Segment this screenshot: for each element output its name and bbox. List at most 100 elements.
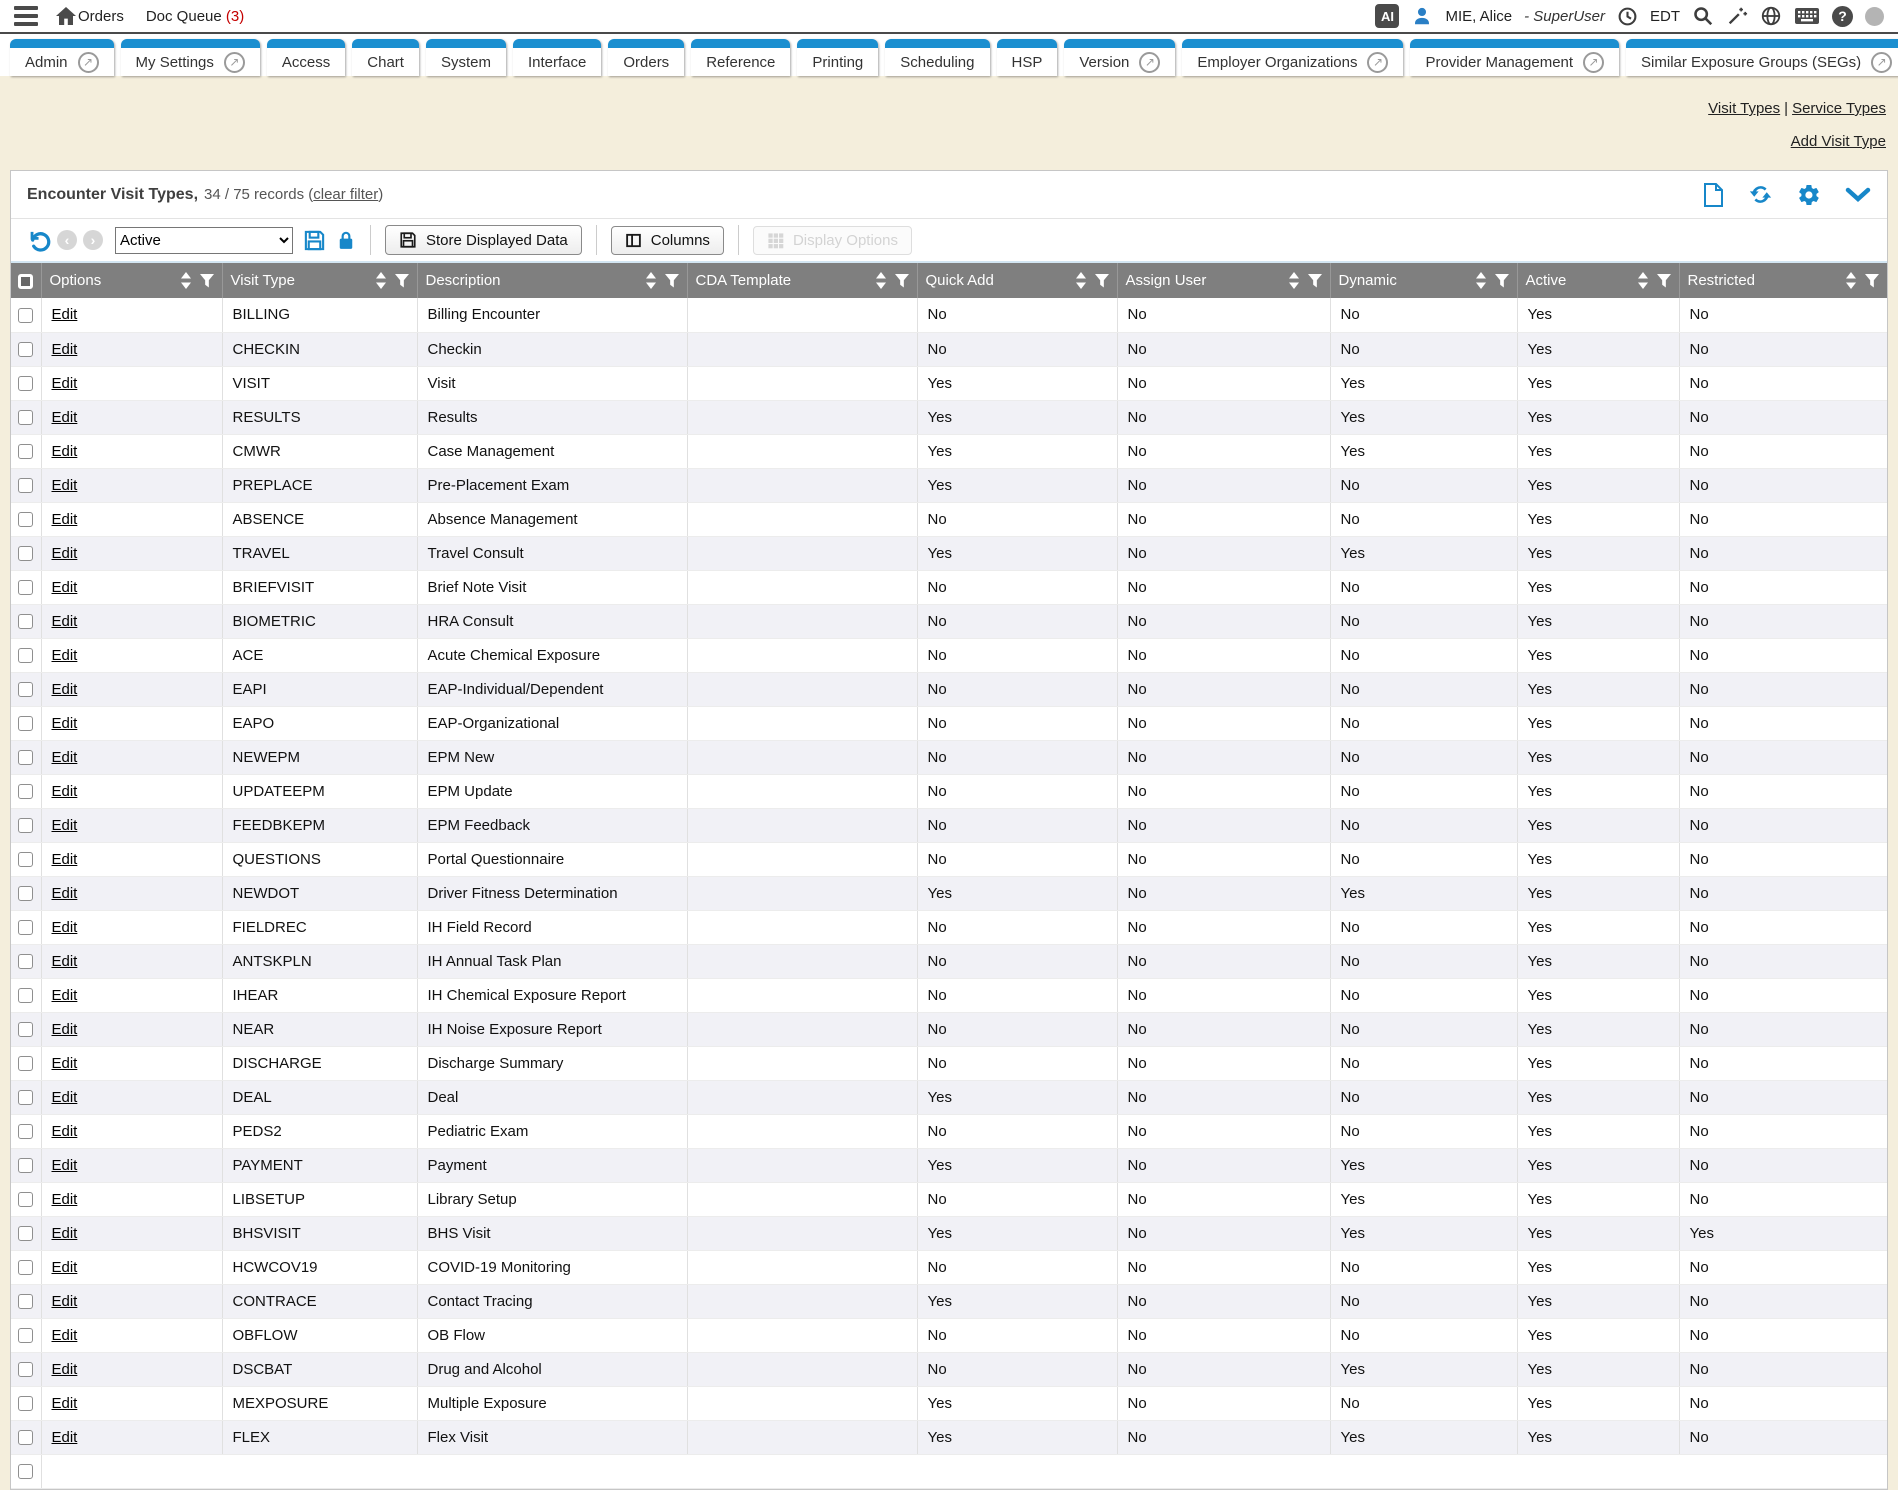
edit-link[interactable]: Edit — [52, 409, 78, 426]
row-checkbox[interactable] — [18, 988, 33, 1003]
row-checkbox[interactable] — [18, 342, 33, 357]
sort-icon[interactable] — [1288, 272, 1300, 289]
menu-item-doc-queue[interactable]: Doc Queue (3) — [146, 8, 244, 25]
new-document-icon[interactable] — [1702, 183, 1724, 207]
edit-link[interactable]: Edit — [52, 613, 78, 630]
clock-icon[interactable] — [1617, 6, 1638, 27]
edit-link[interactable]: Edit — [52, 987, 78, 1004]
edit-link[interactable]: Edit — [52, 511, 78, 528]
row-checkbox[interactable] — [18, 1294, 33, 1309]
filter-icon[interactable] — [665, 274, 679, 288]
edit-link[interactable]: Edit — [52, 1293, 78, 1310]
edit-link[interactable]: Edit — [52, 953, 78, 970]
edit-link[interactable]: Edit — [52, 1191, 78, 1208]
row-checkbox[interactable] — [18, 1396, 33, 1411]
tab-employer-organizations[interactable]: Employer Organizations ↗ — [1182, 39, 1403, 76]
tab-reference[interactable]: Reference — [691, 39, 790, 76]
row-checkbox[interactable] — [18, 1090, 33, 1105]
edit-link[interactable]: Edit — [52, 443, 78, 460]
tab-hsp[interactable]: HSP — [997, 39, 1058, 76]
keyboard-icon[interactable] — [1794, 6, 1820, 26]
tab-admin[interactable]: Admin ↗ — [10, 39, 114, 76]
filter-icon[interactable] — [1308, 274, 1322, 288]
row-checkbox[interactable] — [18, 750, 33, 765]
sort-icon[interactable] — [1637, 272, 1649, 289]
tab-interface[interactable]: Interface — [513, 39, 601, 76]
row-checkbox[interactable] — [18, 1158, 33, 1173]
row-checkbox[interactable] — [18, 1362, 33, 1377]
tab-access[interactable]: Access — [267, 39, 345, 76]
lock-icon[interactable] — [336, 229, 356, 252]
globe-icon[interactable] — [1760, 5, 1782, 27]
prev-page-button[interactable]: ‹ — [57, 230, 77, 250]
edit-link[interactable]: Edit — [52, 477, 78, 494]
row-checkbox[interactable] — [18, 614, 33, 629]
edit-link[interactable]: Edit — [52, 306, 78, 323]
sort-icon[interactable] — [875, 272, 887, 289]
edit-link[interactable]: Edit — [52, 579, 78, 596]
tab-my-settings[interactable]: My Settings ↗ — [121, 39, 260, 76]
tab-version[interactable]: Version ↗ — [1064, 39, 1175, 76]
hamburger-icon[interactable] — [14, 6, 38, 26]
visit-types-link[interactable]: Visit Types — [1708, 100, 1780, 117]
row-checkbox[interactable] — [18, 478, 33, 493]
refresh-icon[interactable] — [1748, 182, 1773, 207]
chevron-down-icon[interactable] — [1845, 186, 1871, 204]
row-checkbox[interactable] — [18, 682, 33, 697]
service-types-link[interactable]: Service Types — [1792, 100, 1886, 117]
row-checkbox[interactable] — [18, 410, 33, 425]
add-visit-type-link[interactable]: Add Visit Type — [1791, 133, 1886, 150]
edit-link[interactable]: Edit — [52, 885, 78, 902]
edit-link[interactable]: Edit — [52, 681, 78, 698]
ai-badge[interactable]: AI — [1375, 4, 1399, 28]
edit-link[interactable]: Edit — [52, 1259, 78, 1276]
sort-icon[interactable] — [1475, 272, 1487, 289]
edit-link[interactable]: Edit — [52, 1089, 78, 1106]
tab-system[interactable]: System — [426, 39, 506, 76]
wand-icon[interactable] — [1726, 5, 1748, 27]
row-checkbox[interactable] — [18, 580, 33, 595]
status-filter-select[interactable]: Active — [115, 227, 293, 254]
tab-provider-management[interactable]: Provider Management ↗ — [1410, 39, 1619, 76]
edit-link[interactable]: Edit — [52, 715, 78, 732]
row-checkbox[interactable] — [18, 512, 33, 527]
edit-link[interactable]: Edit — [52, 919, 78, 936]
filter-icon[interactable] — [1095, 274, 1109, 288]
edit-link[interactable]: Edit — [52, 783, 78, 800]
row-checkbox[interactable] — [18, 1022, 33, 1037]
edit-link[interactable]: Edit — [52, 375, 78, 392]
row-checkbox[interactable] — [18, 1056, 33, 1071]
tab-orders[interactable]: Orders — [608, 39, 684, 76]
tab-printing[interactable]: Printing — [797, 39, 878, 76]
row-checkbox[interactable] — [18, 308, 33, 323]
row-checkbox[interactable] — [18, 954, 33, 969]
row-checkbox[interactable] — [18, 648, 33, 663]
row-checkbox[interactable] — [18, 852, 33, 867]
row-checkbox[interactable] — [18, 546, 33, 561]
edit-link[interactable]: Edit — [52, 817, 78, 834]
sort-icon[interactable] — [1845, 272, 1857, 289]
filter-icon[interactable] — [200, 274, 214, 288]
row-checkbox[interactable] — [18, 716, 33, 731]
columns-button[interactable]: Columns — [611, 226, 724, 255]
help-icon[interactable]: ? — [1832, 6, 1853, 27]
row-checkbox[interactable] — [18, 376, 33, 391]
tab-similar-exposure-groups-segs-[interactable]: Similar Exposure Groups (SEGs) ↗ — [1626, 39, 1898, 76]
store-displayed-data-button[interactable]: Store Displayed Data — [385, 225, 582, 255]
row-checkbox[interactable] — [18, 1124, 33, 1139]
filter-icon[interactable] — [1865, 274, 1879, 288]
row-checkbox[interactable] — [18, 784, 33, 799]
edit-link[interactable]: Edit — [52, 749, 78, 766]
edit-link[interactable]: Edit — [52, 1327, 78, 1344]
filter-icon[interactable] — [895, 274, 909, 288]
edit-link[interactable]: Edit — [52, 647, 78, 664]
menu-item-orders[interactable]: Orders — [78, 8, 124, 25]
row-checkbox[interactable] — [18, 1226, 33, 1241]
edit-link[interactable]: Edit — [52, 1429, 78, 1446]
row-checkbox[interactable] — [18, 1260, 33, 1275]
filter-icon[interactable] — [1657, 274, 1671, 288]
edit-link[interactable]: Edit — [52, 1395, 78, 1412]
sort-icon[interactable] — [1075, 272, 1087, 289]
tab-scheduling[interactable]: Scheduling — [885, 39, 989, 76]
edit-link[interactable]: Edit — [52, 851, 78, 868]
